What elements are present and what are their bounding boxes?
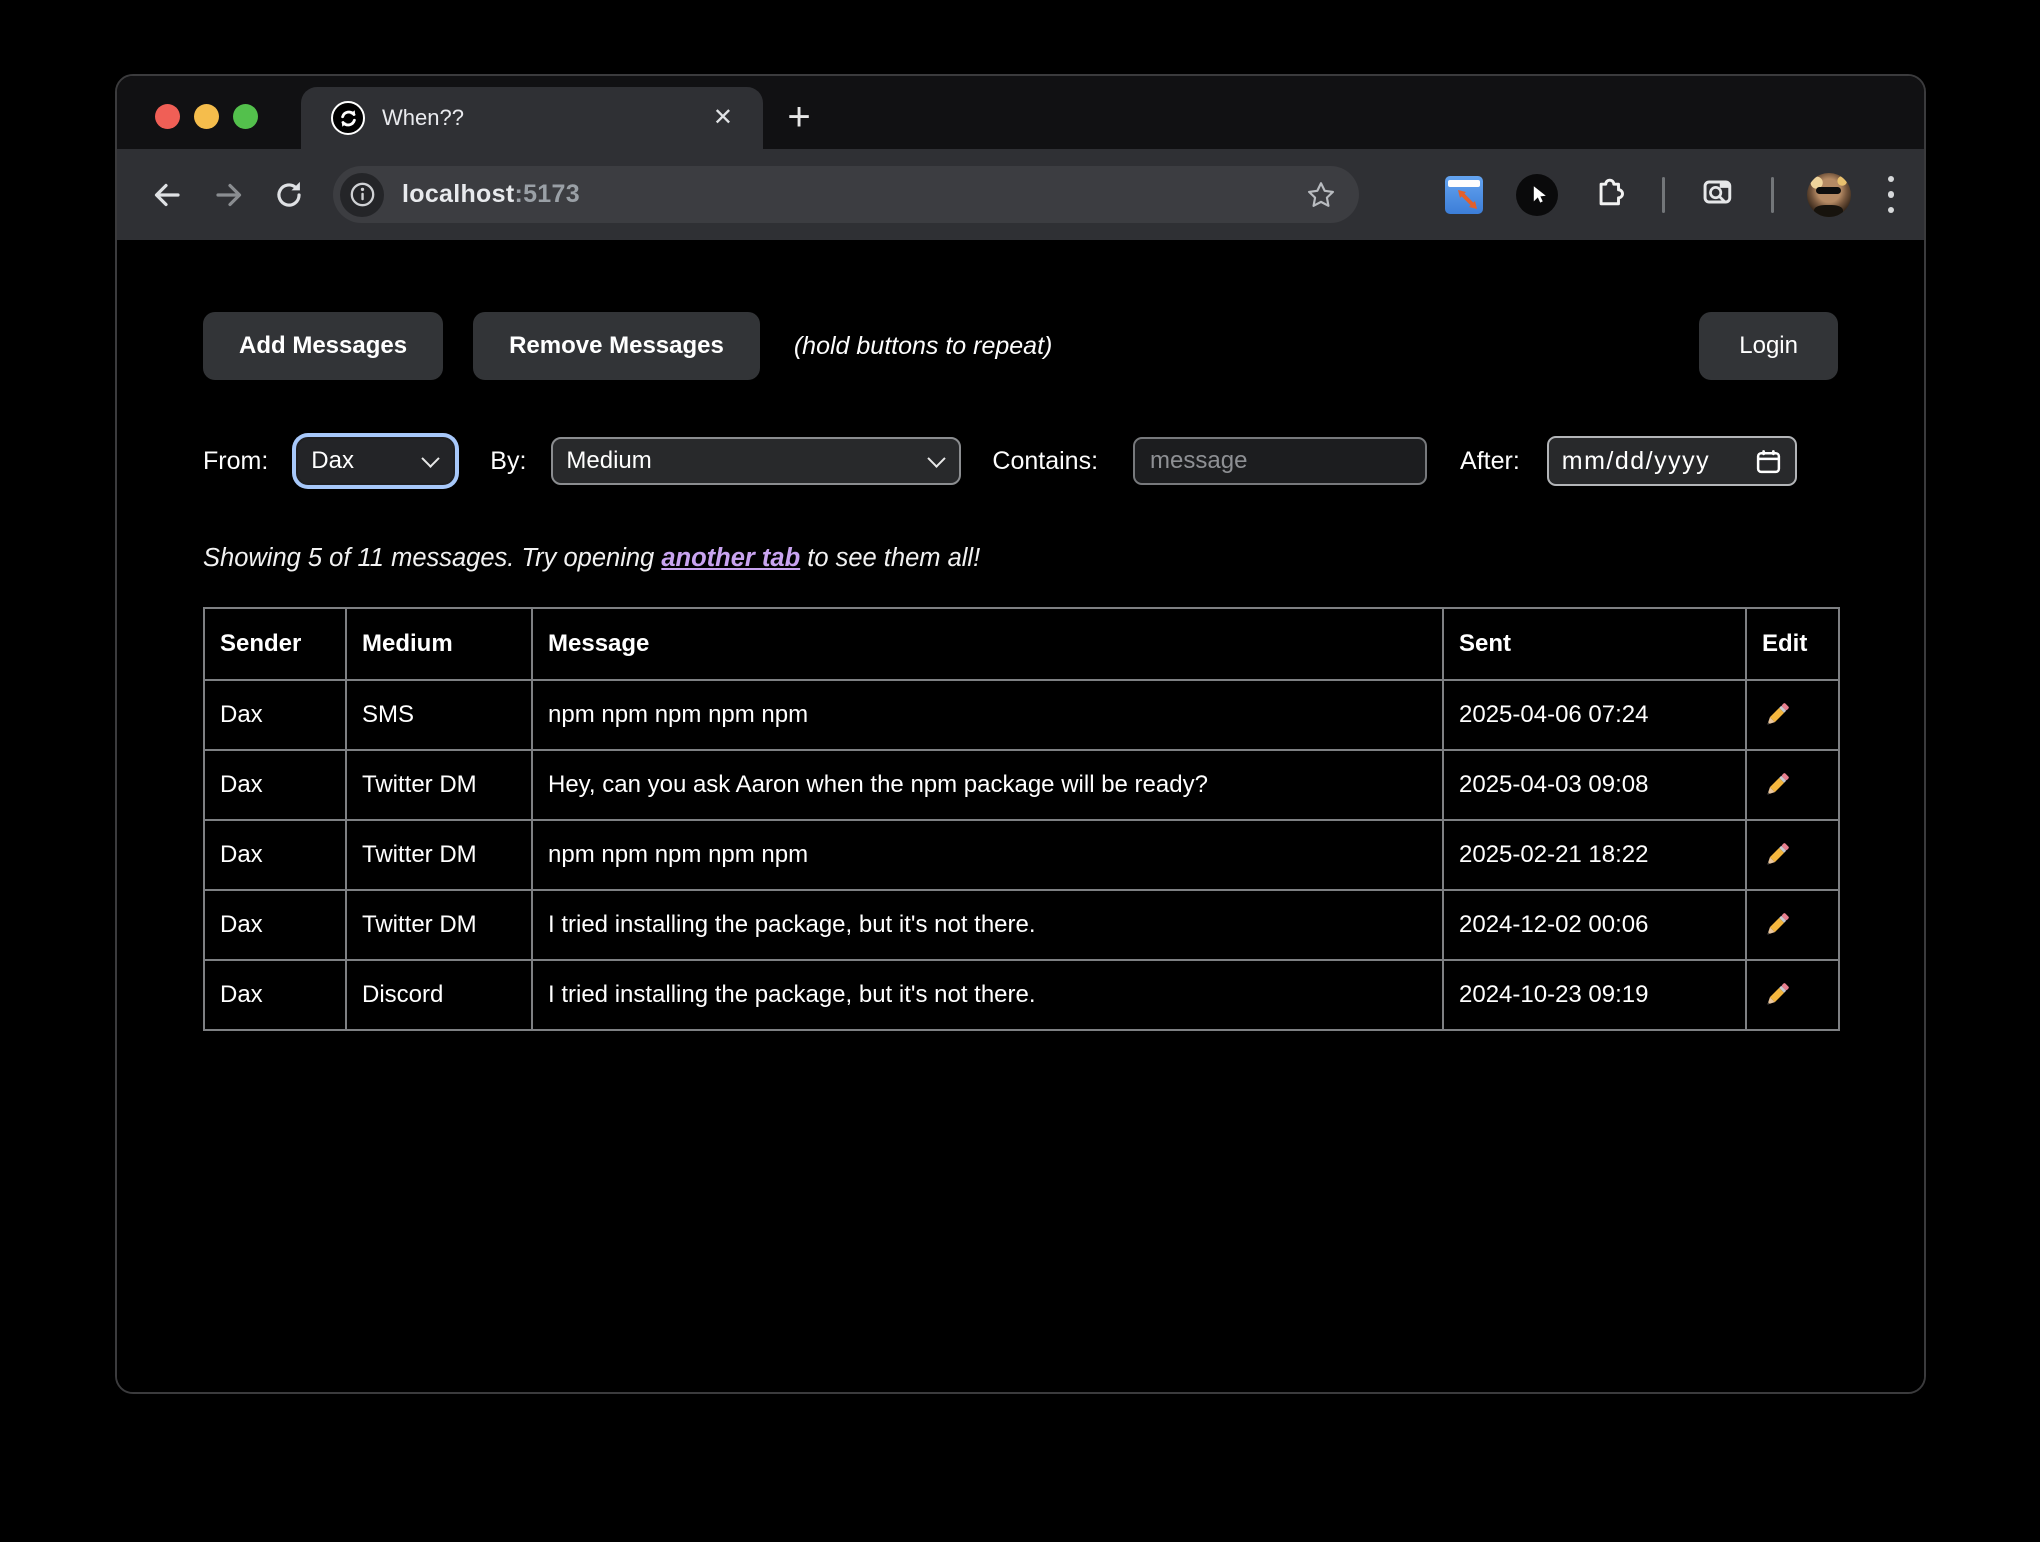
cell-sender: Dax [204,820,346,890]
cell-message: I tried installing the package, but it's… [532,890,1443,960]
by-label: By: [490,447,526,476]
status-suffix: to see them all! [800,544,980,572]
address-bar[interactable]: localhost:5173 [333,166,1359,223]
zoom-window-button[interactable] [233,104,258,129]
cursor-extension-icon[interactable] [1516,174,1558,216]
chevron-down-icon [422,449,440,467]
minimize-window-button[interactable] [194,104,219,129]
page-content: Add Messages Remove Messages (hold butto… [117,240,1924,1392]
calendar-icon[interactable] [1755,448,1782,475]
edit-message-button[interactable] [1746,750,1839,820]
pencil-icon [1762,770,1792,800]
status-prefix: Showing 5 of 11 messages. Try opening [203,544,661,572]
reload-icon[interactable] [265,171,313,219]
cell-medium: Discord [346,960,532,1030]
table-row: DaxDiscordI tried installing the package… [204,960,1839,1030]
cell-sent: 2025-04-03 09:08 [1443,750,1746,820]
table-row: DaxSMSnpm npm npm npm npm2025-04-06 07:2… [204,680,1839,750]
after-label: After: [1460,447,1520,476]
cell-message: npm npm npm npm npm [532,680,1443,750]
edit-message-button[interactable] [1746,820,1839,890]
cell-sent: 2024-10-23 09:19 [1443,960,1746,1030]
tab-close-icon[interactable]: ✕ [713,106,733,130]
cell-sender: Dax [204,960,346,1030]
login-button[interactable]: Login [1699,312,1838,380]
after-date-input[interactable]: mm/dd/yyyy [1547,436,1797,486]
from-select-value: Dax [311,447,424,475]
desktop-background: When?? ✕ + [0,0,2040,1542]
contains-input[interactable] [1133,437,1427,485]
cell-sender: Dax [204,750,346,820]
column-header-edit: Edit [1746,608,1839,680]
browser-menu-icon[interactable] [1884,172,1899,218]
table-row: DaxTwitter DMHey, can you ask Aaron when… [204,750,1839,820]
cell-message: Hey, can you ask Aaron when the npm pack… [532,750,1443,820]
medium-select[interactable]: Medium [551,437,961,485]
window-resizer-extension-icon[interactable] [1445,176,1483,214]
profile-avatar[interactable] [1807,173,1851,217]
tab-search-icon[interactable] [1698,172,1738,217]
cell-medium: Twitter DM [346,820,532,890]
url-port: :5173 [514,180,579,208]
window-controls [155,104,258,129]
forward-icon[interactable] [205,171,253,219]
back-icon[interactable] [143,171,191,219]
hold-buttons-hint: (hold buttons to repeat) [794,332,1053,361]
edit-message-button[interactable] [1746,680,1839,750]
cell-sender: Dax [204,890,346,960]
column-header-sent: Sent [1443,608,1746,680]
table-header-row: SenderMediumMessageSentEdit [204,608,1839,680]
bookmark-star-icon[interactable] [1305,179,1337,211]
from-label: From: [203,447,268,476]
filters-row: From: Dax By: Medium Contains: After: mm… [203,436,1838,486]
from-select[interactable]: Dax [296,437,455,485]
tab-title: When?? [382,105,464,131]
pencil-icon [1762,980,1792,1010]
cell-sender: Dax [204,680,346,750]
column-header-message: Message [532,608,1443,680]
cell-sent: 2025-02-21 18:22 [1443,820,1746,890]
cell-medium: Twitter DM [346,750,532,820]
tab-strip: When?? ✕ + [117,76,1924,149]
add-messages-button[interactable]: Add Messages [203,312,443,380]
contains-label: Contains: [992,447,1098,476]
new-tab-button[interactable]: + [773,91,825,143]
toolbar-right-group [1445,172,1899,218]
cell-message: npm npm npm npm npm [532,820,1443,890]
medium-select-value: Medium [566,447,930,475]
toolbar-divider [1771,177,1774,213]
url-text: localhost:5173 [402,180,580,209]
status-line: Showing 5 of 11 messages. Try opening an… [203,544,1838,573]
messages-table-body: DaxSMSnpm npm npm npm npm2025-04-06 07:2… [204,680,1839,1030]
cell-sent: 2025-04-06 07:24 [1443,680,1746,750]
tab-favicon-sync-icon [331,101,365,135]
chevron-down-icon [928,449,946,467]
toolbar-divider [1662,177,1665,213]
close-window-button[interactable] [155,104,180,129]
edit-message-button[interactable] [1746,960,1839,1030]
remove-messages-button[interactable]: Remove Messages [473,312,760,380]
site-info-icon[interactable] [340,173,384,217]
url-host: localhost [402,180,514,208]
table-row: DaxTwitter DMnpm npm npm npm npm2025-02-… [204,820,1839,890]
pencil-icon [1762,840,1792,870]
pencil-icon [1762,700,1792,730]
cell-message: I tried installing the package, but it's… [532,960,1443,1030]
cell-medium: SMS [346,680,532,750]
browser-toolbar: localhost:5173 [117,149,1924,240]
date-placeholder: mm/dd/yyyy [1562,447,1710,476]
table-row: DaxTwitter DMI tried installing the pack… [204,890,1839,960]
browser-window: When?? ✕ + [115,74,1926,1394]
column-header-medium: Medium [346,608,532,680]
browser-tab[interactable]: When?? ✕ [301,87,763,149]
another-tab-link[interactable]: another tab [661,544,800,572]
cell-sent: 2024-12-02 00:06 [1443,890,1746,960]
column-header-sender: Sender [204,608,346,680]
messages-table: SenderMediumMessageSentEdit DaxSMSnpm np… [203,607,1840,1031]
actions-row: Add Messages Remove Messages (hold butto… [203,312,1838,380]
pencil-icon [1762,910,1792,940]
extensions-puzzle-icon[interactable] [1591,173,1629,216]
edit-message-button[interactable] [1746,890,1839,960]
cell-medium: Twitter DM [346,890,532,960]
